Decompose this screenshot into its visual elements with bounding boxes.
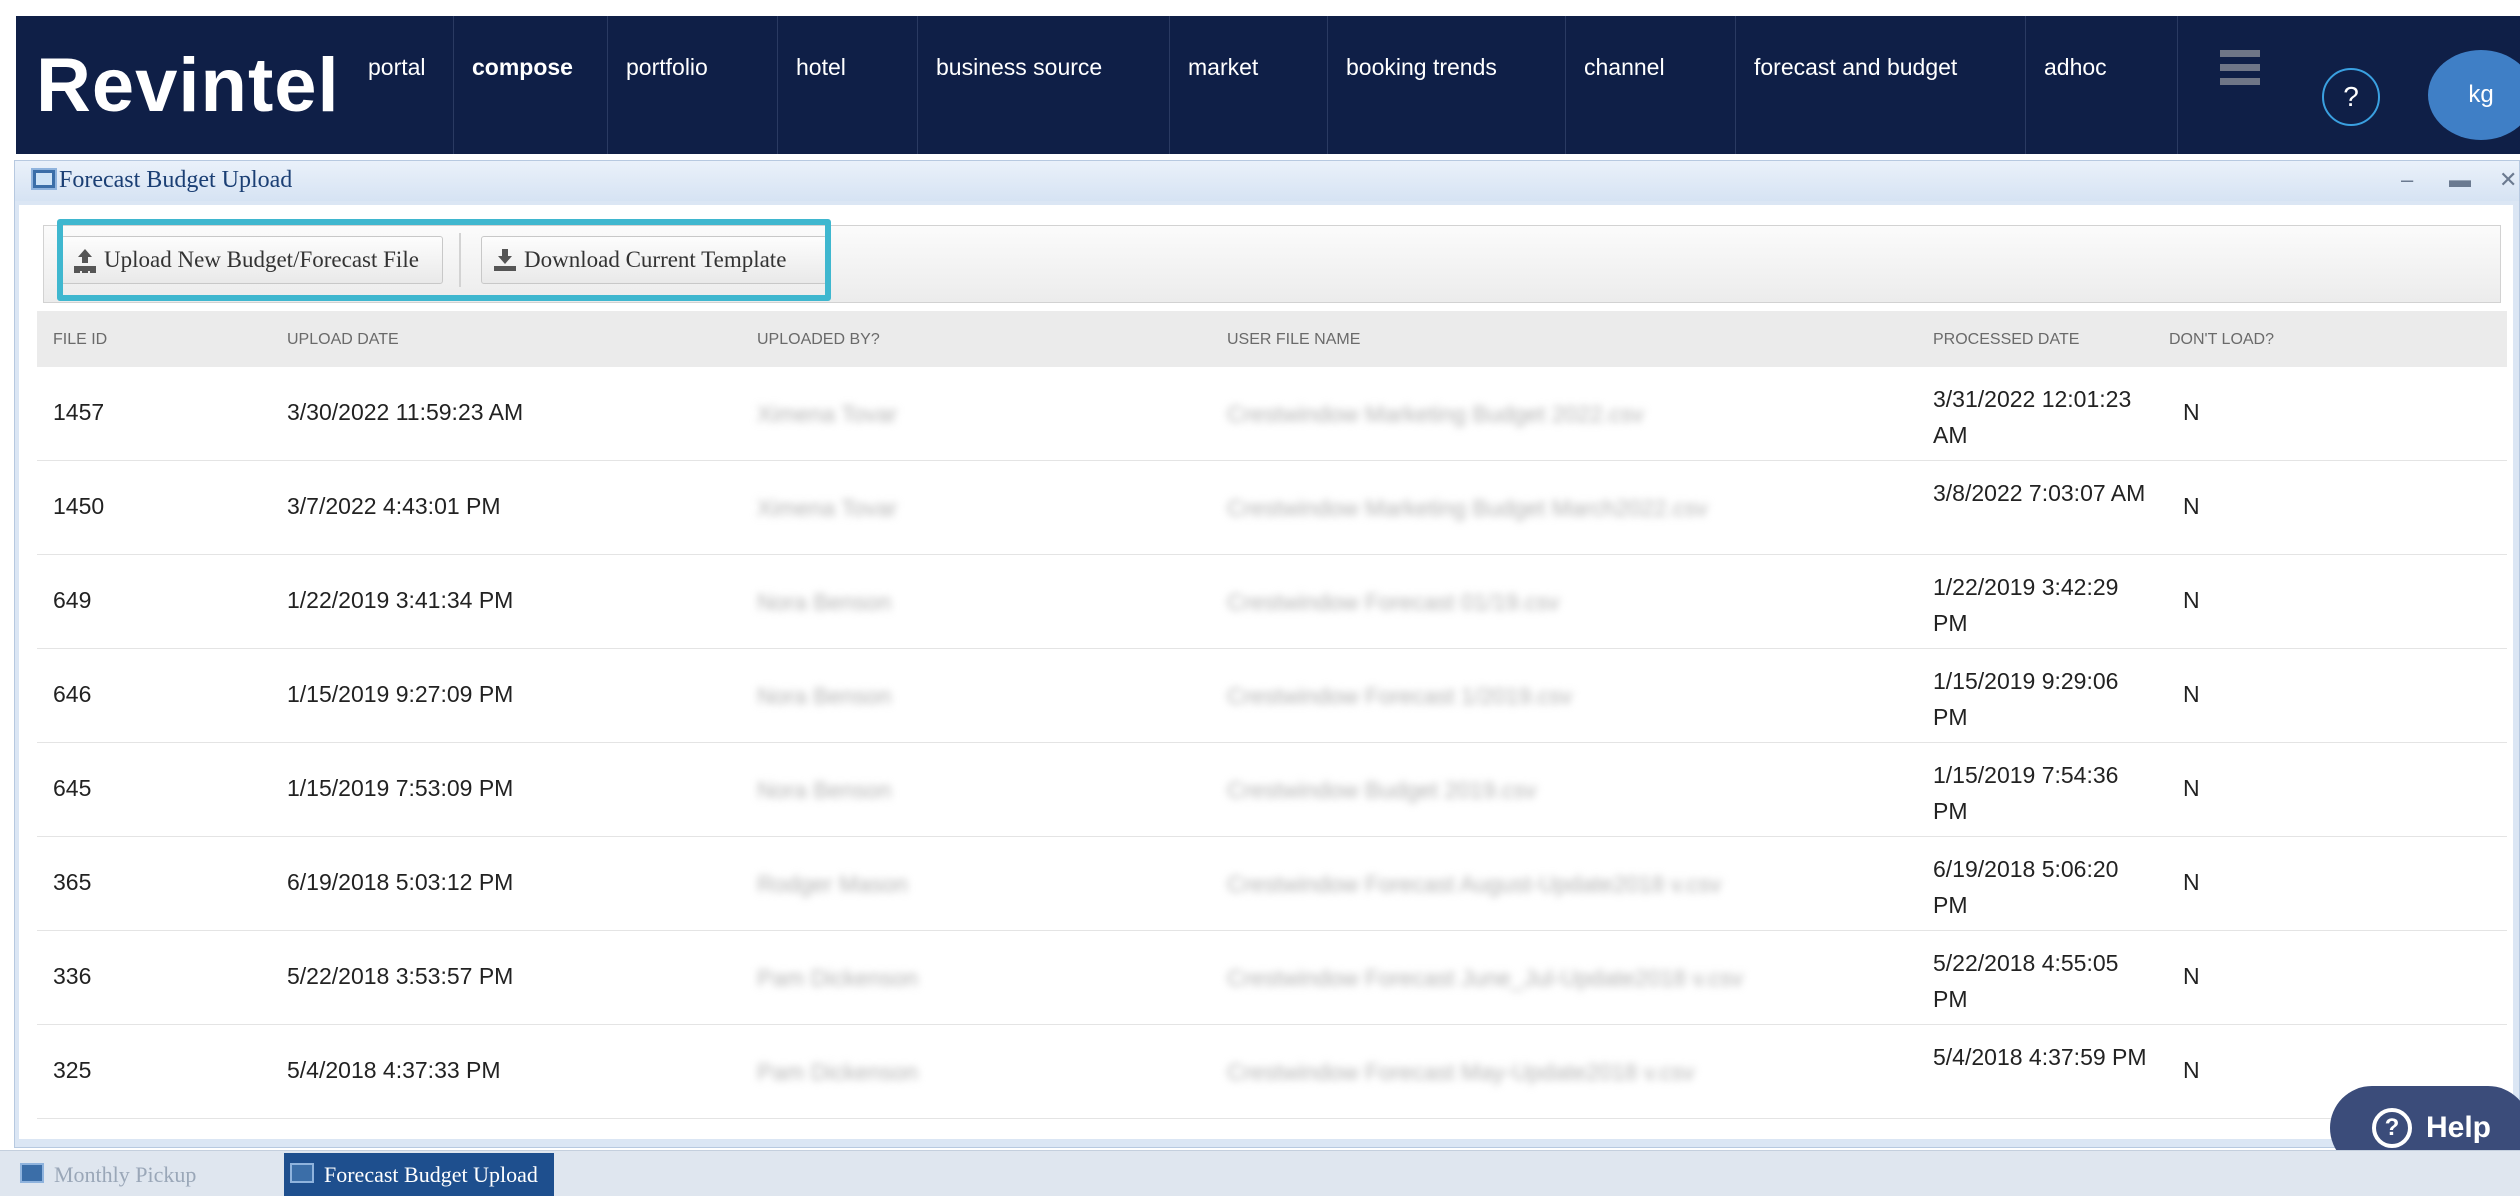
- cell-uploaded-by: Rodger Mason: [757, 871, 908, 897]
- window-body: Upload New Budget/Forecast File Download…: [19, 205, 2513, 1139]
- close-icon[interactable]: ✕: [2499, 167, 2517, 193]
- cell-file-id: 649: [53, 587, 92, 613]
- header-user-file-name[interactable]: USER FILE NAME: [1227, 331, 1360, 349]
- help-button-label: Help: [2426, 1111, 2492, 1144]
- cell-upload-date: 1/22/2019 3:41:34 PM: [287, 587, 514, 613]
- cell-file-id: 645: [53, 775, 92, 801]
- cell-user-file-name: Crestwindow Forecast June_Jul-Update2018…: [1227, 965, 1744, 991]
- user-avatar[interactable]: kg: [2428, 50, 2520, 140]
- nav-item-portal[interactable]: portal: [350, 16, 454, 154]
- forecast-budget-upload-window: Forecast Budget Upload – ▬ ✕ Upload New …: [14, 160, 2520, 1148]
- cell-uploaded-by: Pam Dickenson: [757, 965, 919, 991]
- cell-processed-date: 6/19/2018 5:06:20 PM: [1933, 856, 2119, 918]
- cell-file-id: 1450: [53, 493, 105, 519]
- header-processed-date[interactable]: PROCESSED DATE: [1933, 331, 2079, 349]
- cell-file-id: 1457: [53, 399, 105, 425]
- cell-file-id: 365: [53, 869, 92, 895]
- cell-dont-load: N: [2183, 493, 2200, 519]
- cell-uploaded-by: Nora Benson: [757, 683, 892, 709]
- cell-upload-date: 6/19/2018 5:03:12 PM: [287, 869, 514, 895]
- cell-processed-date: 5/22/2018 4:55:05 PM: [1933, 950, 2119, 1012]
- cell-processed-date: 3/31/2022 12:01:23 AM: [1933, 386, 2132, 448]
- toolbar-highlight-box: [57, 219, 831, 301]
- header-dont-load[interactable]: DON'T LOAD?: [2169, 331, 2274, 349]
- cell-uploaded-by: Ximena Tovar: [757, 401, 898, 427]
- window-app-icon: [31, 168, 57, 190]
- cell-dont-load: N: [2183, 963, 2200, 989]
- cell-user-file-name: Crestwindow Forecast 01/19.csv: [1227, 589, 1560, 615]
- cell-dont-load: N: [2183, 869, 2200, 895]
- window-taskbar: Monthly Pickup Forecast Budget Upload: [0, 1150, 2520, 1196]
- task-label: Monthly Pickup: [54, 1162, 197, 1187]
- cell-upload-date: 3/7/2022 4:43:01 PM: [287, 493, 501, 519]
- cell-upload-date: 1/15/2019 7:53:09 PM: [287, 775, 514, 801]
- table-row[interactable]: 649 1/22/2019 3:41:34 PM Nora Benson Cre…: [37, 555, 2507, 649]
- table-row[interactable]: 325 5/4/2018 4:37:33 PM Pam Dickenson Cr…: [37, 1025, 2507, 1119]
- cell-upload-date: 5/4/2018 4:37:33 PM: [287, 1057, 501, 1083]
- maximize-icon[interactable]: ▬: [2449, 167, 2471, 193]
- minimize-icon[interactable]: –: [2401, 167, 2413, 193]
- header-uploaded-by[interactable]: UPLOADED BY?: [757, 331, 880, 349]
- table-row[interactable]: 1457 3/30/2022 11:59:23 AM Ximena Tovar …: [37, 367, 2507, 461]
- window-titlebar[interactable]: Forecast Budget Upload – ▬ ✕: [15, 161, 2519, 201]
- nav-item-compose[interactable]: compose: [454, 16, 608, 154]
- cell-user-file-name: Crestwindow Budget 2019.csv: [1227, 777, 1537, 803]
- cell-file-id: 336: [53, 963, 92, 989]
- cell-processed-date: 1/22/2019 3:42:29 PM: [1933, 574, 2119, 636]
- nav-item-portfolio[interactable]: portfolio: [608, 16, 778, 154]
- revintel-logo[interactable]: Revintel: [36, 42, 340, 129]
- cell-user-file-name: Crestwindow Marketing Budget March2022.c…: [1227, 495, 1708, 521]
- cell-processed-date: 3/8/2022 7:03:07 AM: [1933, 480, 2146, 506]
- cell-uploaded-by: Pam Dickenson: [757, 1059, 919, 1085]
- task-forecast-budget-upload[interactable]: Forecast Budget Upload: [284, 1153, 554, 1196]
- table-row[interactable]: 645 1/15/2019 7:53:09 PM Nora Benson Cre…: [37, 743, 2507, 837]
- grid-rows: 1457 3/30/2022 11:59:23 AM Ximena Tovar …: [37, 367, 2507, 1135]
- header-upload-date[interactable]: UPLOAD DATE: [287, 331, 399, 349]
- table-row[interactable]: 336 5/22/2018 3:53:57 PM Pam Dickenson C…: [37, 931, 2507, 1025]
- help-question-icon[interactable]: ?: [2322, 68, 2380, 126]
- cell-user-file-name: Crestwindow Marketing Budget 2022.csv: [1227, 401, 1644, 427]
- table-row[interactable]: 365 6/19/2018 5:03:12 PM Rodger Mason Cr…: [37, 837, 2507, 931]
- help-question-icon: ?: [2372, 1108, 2412, 1148]
- task-label: Forecast Budget Upload: [324, 1162, 538, 1187]
- window-title: Forecast Budget Upload: [59, 167, 293, 193]
- nav-item-market[interactable]: market: [1170, 16, 1328, 154]
- cell-file-id: 325: [53, 1057, 92, 1083]
- cell-processed-date: 1/15/2019 7:54:36 PM: [1933, 762, 2119, 824]
- nav-item-booking-trends[interactable]: booking trends: [1328, 16, 1566, 154]
- cell-upload-date: 5/22/2018 3:53:57 PM: [287, 963, 514, 989]
- cell-user-file-name: Crestwindow Forecast 1/2019.csv: [1227, 683, 1573, 709]
- cell-uploaded-by: Ximena Tovar: [757, 495, 898, 521]
- grid-header: FILE ID UPLOAD DATE UPLOADED BY? USER FI…: [37, 311, 2507, 367]
- nav-item-channel[interactable]: channel: [1566, 16, 1736, 154]
- cell-upload-date: 3/30/2022 11:59:23 AM: [287, 399, 524, 425]
- cell-user-file-name: Crestwindow Forecast August-Update2018 v…: [1227, 871, 1722, 897]
- cell-file-id: 646: [53, 681, 92, 707]
- window-app-icon: [20, 1163, 44, 1183]
- task-monthly-pickup[interactable]: Monthly Pickup: [14, 1153, 280, 1196]
- cell-dont-load: N: [2183, 587, 2200, 613]
- cell-user-file-name: Crestwindow Forecast May-Update2018 v.cs…: [1227, 1059, 1695, 1085]
- top-navigation-bar: Revintel portal compose portfolio hotel …: [16, 16, 2520, 154]
- cell-uploaded-by: Nora Benson: [757, 589, 892, 615]
- nav-item-adhoc[interactable]: adhoc: [2026, 16, 2178, 154]
- header-file-id[interactable]: FILE ID: [53, 331, 107, 349]
- nav-item-business-source[interactable]: business source: [918, 16, 1170, 154]
- cell-dont-load: N: [2183, 399, 2200, 425]
- table-row[interactable]: 1450 3/7/2022 4:43:01 PM Ximena Tovar Cr…: [37, 461, 2507, 555]
- cell-uploaded-by: Nora Benson: [757, 777, 892, 803]
- nav-item-hotel[interactable]: hotel: [778, 16, 918, 154]
- cell-processed-date: 1/15/2019 9:29:06 PM: [1933, 668, 2119, 730]
- cell-dont-load: N: [2183, 775, 2200, 801]
- table-row[interactable]: 646 1/15/2019 9:27:09 PM Nora Benson Cre…: [37, 649, 2507, 743]
- cell-dont-load: N: [2183, 681, 2200, 707]
- cell-dont-load: N: [2183, 1057, 2200, 1083]
- hamburger-menu-icon[interactable]: [2220, 50, 2260, 90]
- nav-item-forecast-and-budget[interactable]: forecast and budget: [1736, 16, 2026, 154]
- cell-processed-date: 5/4/2018 4:37:59 PM: [1933, 1044, 2147, 1070]
- cell-upload-date: 1/15/2019 9:27:09 PM: [287, 681, 514, 707]
- window-app-icon: [290, 1163, 314, 1183]
